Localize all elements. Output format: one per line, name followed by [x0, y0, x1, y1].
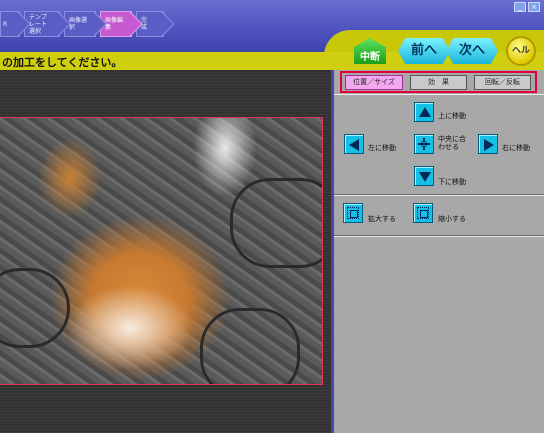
zoom-in-icon	[347, 207, 359, 219]
tab-effects[interactable]: 効 果	[410, 75, 467, 90]
tab-position-size[interactable]: 位置／サイズ	[345, 75, 403, 90]
help-button[interactable]: ヘルプ	[506, 36, 536, 82]
zoom-in-label: 拡大する	[368, 215, 396, 223]
step-complete: 完 成	[136, 11, 164, 37]
zoom-out-icon	[417, 207, 429, 219]
move-right-button[interactable]	[478, 134, 498, 154]
zoom-in-button[interactable]	[343, 203, 363, 223]
separator	[334, 236, 544, 237]
zoom-out-button[interactable]	[413, 203, 433, 223]
step-indicator: R テンプレート 選択 画像選択 画像編集 完 成	[0, 11, 168, 37]
photo-detail	[200, 308, 300, 384]
zoom-out-label: 縮小する	[438, 215, 466, 223]
window-controls: _ ×	[514, 2, 540, 12]
center-button[interactable]	[414, 134, 434, 154]
image-frame-bottom	[0, 384, 323, 385]
right-arrow-icon	[484, 139, 494, 151]
image-frame-right	[322, 117, 323, 385]
cat-photo[interactable]	[0, 118, 322, 384]
next-button[interactable]: 次へ	[446, 38, 498, 64]
separator	[334, 195, 544, 196]
step-image-edit: 画像編集	[100, 11, 132, 37]
step-image-select: 画像選択	[64, 11, 96, 37]
step-item: R	[0, 11, 20, 37]
move-left-label: 左に移動	[368, 144, 396, 152]
down-arrow-icon	[419, 172, 431, 182]
minimize-button[interactable]: _	[514, 2, 526, 12]
move-down-button[interactable]	[414, 166, 434, 186]
prev-button[interactable]: 前へ	[398, 38, 450, 64]
tab-rotate-flip[interactable]: 回転／反転	[474, 75, 531, 90]
left-arrow-icon	[349, 139, 359, 151]
close-button[interactable]: ×	[528, 2, 540, 12]
separator	[334, 94, 544, 95]
center-crosshair-icon	[418, 138, 430, 150]
crosshair-ring	[421, 141, 427, 147]
image-frame-top	[0, 117, 323, 118]
tab-bar-highlight: 位置／サイズ 効 果 回転／反転	[340, 71, 537, 93]
up-arrow-icon	[419, 107, 431, 117]
photo-detail	[0, 268, 70, 348]
photo-detail	[230, 178, 322, 268]
edit-panel: 位置／サイズ 効 果 回転／反転 上に移動 左に移動 中央に合 わせる 右に移動…	[334, 70, 544, 433]
move-down-label: 下に移動	[438, 178, 466, 186]
move-up-button[interactable]	[414, 102, 434, 122]
instruction-text: の加工をしてください。	[2, 56, 123, 69]
move-up-label: 上に移動	[438, 112, 466, 120]
move-left-button[interactable]	[344, 134, 364, 154]
move-right-label: 右に移動	[502, 144, 530, 152]
step-template-select: テンプレート 選択	[24, 11, 60, 37]
center-label: 中央に合 わせる	[438, 135, 466, 151]
